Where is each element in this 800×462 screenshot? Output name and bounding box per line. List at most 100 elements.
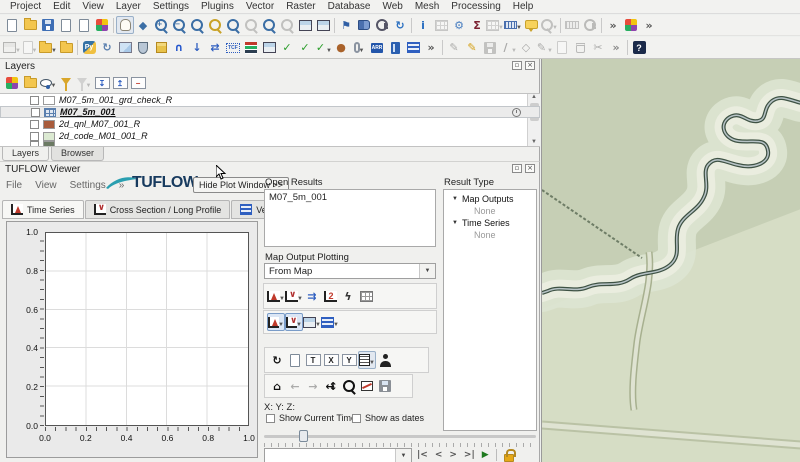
map-window-button[interactable] bbox=[260, 39, 278, 57]
mesh-grid-button[interactable] bbox=[404, 39, 422, 57]
layer-checkbox[interactable] bbox=[30, 119, 39, 129]
new-virtual-layer-button[interactable] bbox=[622, 16, 640, 34]
timeseries-plot-button[interactable]: ▼ bbox=[267, 287, 285, 305]
tcf-tool-button[interactable]: TCF bbox=[224, 39, 242, 57]
pan-map-button[interactable] bbox=[116, 16, 134, 34]
layer-checkbox[interactable] bbox=[31, 107, 40, 117]
collapse-all-button[interactable]: ↥ bbox=[111, 74, 129, 92]
layer-checkbox[interactable] bbox=[30, 131, 39, 141]
new-project-button[interactable] bbox=[3, 16, 21, 34]
toolbar-extension-button[interactable]: » bbox=[604, 16, 622, 34]
open-result-item[interactable]: M07_5m_001 bbox=[269, 192, 431, 203]
tree-collapse-icon[interactable]: ▼ bbox=[452, 196, 458, 202]
python-console-button[interactable]: Py bbox=[80, 39, 98, 57]
zoom-to-layer-button[interactable] bbox=[224, 16, 242, 34]
open-project-button[interactable] bbox=[21, 16, 39, 34]
toolbar-extension-button-4[interactable]: » bbox=[607, 39, 625, 57]
tuflow-menu-file[interactable]: File bbox=[6, 180, 22, 191]
attachment-button[interactable]: ▼ bbox=[350, 39, 368, 57]
tab-cross-section-long-profile[interactable]: Cross Section / Long Profile bbox=[84, 200, 231, 219]
menu-vector[interactable]: Vector bbox=[240, 1, 280, 12]
map-canvas[interactable] bbox=[541, 59, 800, 462]
layer-row-3[interactable]: 2d_code_M01_001_R bbox=[0, 130, 540, 142]
plot-save-button[interactable] bbox=[376, 377, 394, 395]
layer-checkbox[interactable] bbox=[30, 95, 39, 105]
expand-all-button[interactable]: ↧ bbox=[93, 74, 111, 92]
curtain-plot-button[interactable]: ▼ bbox=[303, 313, 321, 331]
lock-button[interactable] bbox=[503, 448, 516, 462]
layer-row-1[interactable]: M07_5m_001 bbox=[0, 106, 540, 118]
osm-tiles-button[interactable] bbox=[116, 39, 134, 57]
load-input-files-button[interactable]: ⇄ bbox=[206, 39, 224, 57]
tuflow-mascot-button[interactable]: ● bbox=[332, 39, 350, 57]
batch-cross-section-button[interactable]: ▼ bbox=[285, 313, 303, 331]
menu-help[interactable]: Help bbox=[507, 1, 540, 12]
check-1d-button[interactable]: ✓ ▼ bbox=[314, 39, 332, 57]
secondary-axis-button[interactable] bbox=[321, 287, 339, 305]
reload-plugin-button[interactable]: ↻ bbox=[98, 39, 116, 57]
tree-node-map-outputs[interactable]: ▼ Map Outputs bbox=[446, 193, 534, 205]
menu-view[interactable]: View bbox=[76, 1, 110, 12]
menu-edit[interactable]: Edit bbox=[47, 1, 76, 12]
timestep-combo-arrow-icon[interactable]: ▼ bbox=[395, 449, 411, 462]
tree-node-time-series[interactable]: ▼ Time Series bbox=[446, 217, 534, 229]
flip-axis-button[interactable]: T bbox=[304, 351, 322, 369]
menu-project[interactable]: Project bbox=[4, 1, 47, 12]
plot-home-button[interactable]: ⌂ bbox=[268, 377, 286, 395]
integrity-tool-button[interactable] bbox=[134, 39, 152, 57]
tuflow-3d-button[interactable] bbox=[152, 39, 170, 57]
first-timestep-button[interactable]: |< bbox=[417, 450, 428, 460]
time-slider-handle[interactable] bbox=[299, 430, 309, 442]
result-type-tree[interactable]: ▼ Map Outputs None ▼ Time Series None bbox=[443, 189, 537, 431]
open-results-list[interactable]: M07_5m_001 bbox=[264, 189, 436, 247]
import-panel-button[interactable] bbox=[386, 39, 404, 57]
plot-canvas[interactable] bbox=[45, 232, 249, 426]
tuflow-undock-icon[interactable]: ▫ bbox=[512, 164, 522, 173]
add-group-button[interactable] bbox=[21, 74, 39, 92]
open-layer-styling-button[interactable] bbox=[3, 74, 21, 92]
help-button[interactable]: ? bbox=[630, 39, 648, 57]
zoom-last-button[interactable] bbox=[260, 16, 278, 34]
menu-settings[interactable]: Settings bbox=[147, 1, 195, 12]
style-manager-button[interactable] bbox=[93, 16, 111, 34]
layer-row-2[interactable]: 2d_qnl_M07_001_R bbox=[0, 118, 540, 130]
checkbox[interactable] bbox=[352, 413, 361, 423]
legend-toggle-button[interactable]: ▼ bbox=[358, 351, 376, 369]
menu-raster[interactable]: Raster bbox=[280, 1, 321, 12]
run-stack-button[interactable] bbox=[242, 39, 260, 57]
zoom-in-button[interactable]: + bbox=[152, 16, 170, 34]
tuflow-close-icon[interactable]: × bbox=[525, 164, 535, 173]
last-timestep-button[interactable]: >| bbox=[464, 450, 475, 460]
new-spatial-bookmark-button[interactable]: ⚑ bbox=[337, 16, 355, 34]
plot-subplots-button[interactable] bbox=[358, 377, 376, 395]
measure-button[interactable]: ▼ bbox=[504, 16, 522, 34]
new-map-view-button[interactable] bbox=[296, 16, 314, 34]
menu-database[interactable]: Database bbox=[322, 1, 377, 12]
manage-map-themes-button[interactable]: ▼ bbox=[39, 74, 57, 92]
zoom-out-button[interactable]: − bbox=[170, 16, 188, 34]
culvert-tool-button[interactable]: ∩ bbox=[170, 39, 188, 57]
cross-section-plot-button[interactable]: ▼ bbox=[285, 287, 303, 305]
batch-timeseries-button[interactable]: ▼ bbox=[267, 313, 285, 331]
show-bookmarks-button[interactable] bbox=[355, 16, 373, 34]
layer-row-0[interactable]: M07_5m_001_grd_check_R bbox=[0, 94, 540, 106]
menu-plugins[interactable]: Plugins bbox=[195, 1, 240, 12]
menu-processing[interactable]: Processing bbox=[445, 1, 506, 12]
y-axis-limits-button[interactable]: Y bbox=[340, 351, 358, 369]
refresh-map-button[interactable]: ↻ bbox=[391, 16, 409, 34]
tree-child-item[interactable]: None bbox=[446, 229, 534, 241]
check-tool-button[interactable]: ✓ bbox=[278, 39, 296, 57]
next-timestep-button[interactable]: > bbox=[449, 450, 457, 460]
plot-pan-button[interactable] bbox=[322, 377, 340, 395]
identify-features-button[interactable]: i bbox=[414, 16, 432, 34]
flux-line-button[interactable]: ⇉ bbox=[303, 287, 321, 305]
layers-undock-icon[interactable]: ▫ bbox=[512, 61, 522, 70]
new-3d-map-view-button[interactable] bbox=[314, 16, 332, 34]
remove-layer-button[interactable]: − bbox=[129, 74, 147, 92]
menu-web[interactable]: Web bbox=[376, 1, 408, 12]
panel-tab-layers[interactable]: Layers bbox=[2, 147, 50, 161]
pan-to-selection-button[interactable]: ◆ bbox=[134, 16, 152, 34]
table-view-button[interactable] bbox=[357, 287, 375, 305]
layers-list[interactable]: ▲ ▼ M07_5m_001_grd_check_R M07_5m_001 2d_qn… bbox=[0, 93, 540, 147]
show-layout-manager-button[interactable] bbox=[75, 16, 93, 34]
